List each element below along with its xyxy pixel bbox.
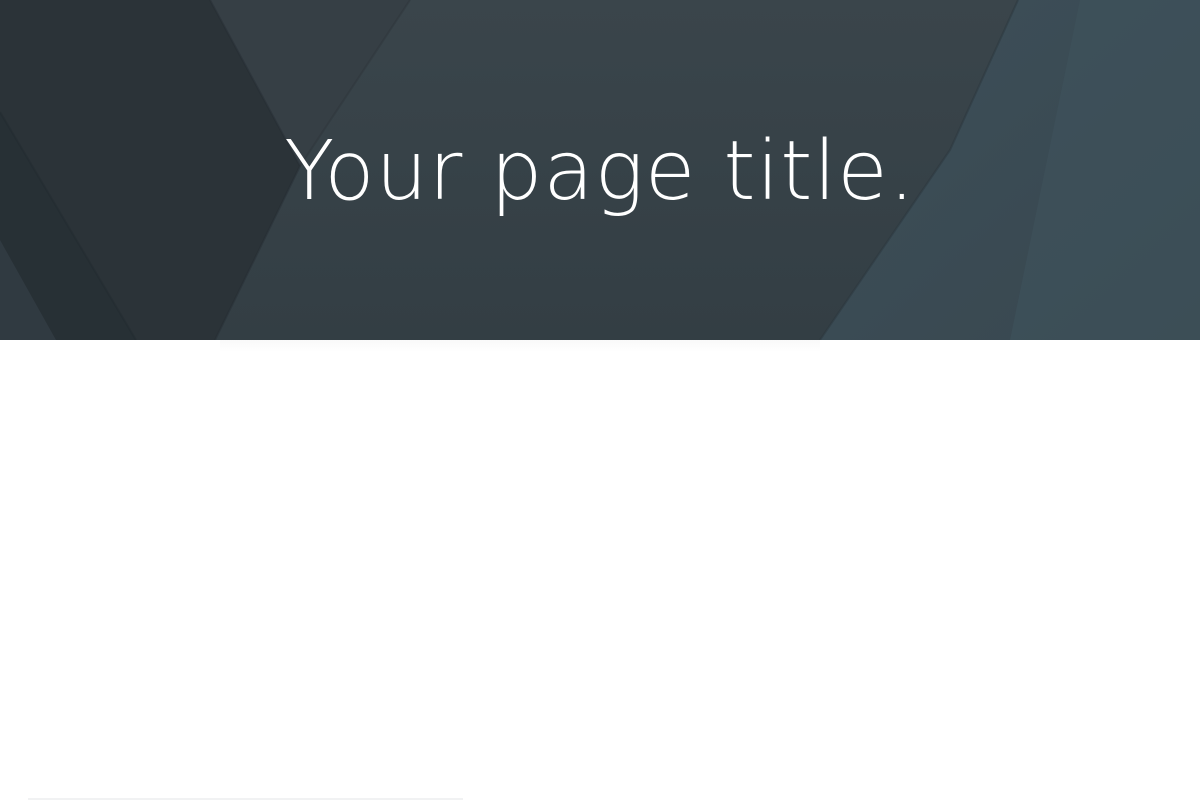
hero-header: Your page title. (0, 0, 1200, 340)
content-top-shadow (220, 340, 820, 352)
page-title: Your page title. (284, 124, 916, 219)
page: Your page title. (0, 0, 1200, 800)
main-content-area (0, 340, 1200, 800)
